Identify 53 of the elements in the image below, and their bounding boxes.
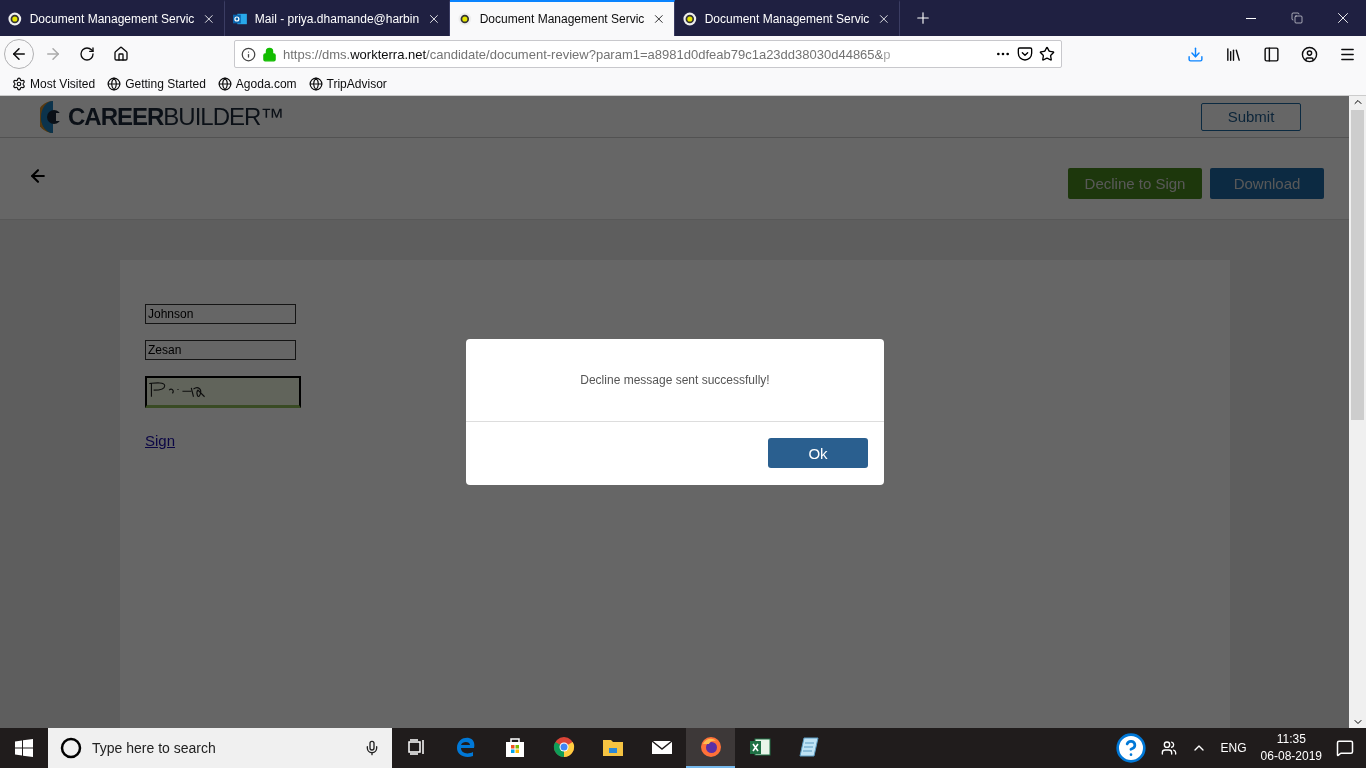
library-icon: [1224, 45, 1242, 63]
target-icon: [683, 11, 697, 27]
bookmark[interactable]: Getting Started: [107, 76, 206, 91]
address-bar[interactable]: https://dms.workterra.net/candidate/document-review?param1=a8981d0dfeab79c1a23dd38030d44865&p: [234, 40, 1062, 68]
lock-icon: [262, 46, 277, 62]
sidebar-icon: [1262, 45, 1280, 63]
dialog-message: Decline message sent successfully!: [580, 373, 770, 387]
star-icon: [1039, 46, 1055, 62]
home-icon: [113, 46, 129, 62]
windows-icon: [15, 739, 33, 757]
search-field[interactable]: Type here to search: [48, 728, 392, 768]
envelope-icon: [650, 739, 673, 755]
careerbuilder-logo: CAREERBUILDER™: [40, 99, 284, 134]
edge-icon: [454, 736, 477, 758]
input-field[interactable]: Zesan: [145, 340, 296, 360]
globe-icon: [308, 76, 323, 91]
target-icon: [458, 11, 472, 27]
browser-tab[interactable]: Document Management Servic: [450, 0, 675, 36]
task-view-icon: [407, 739, 426, 755]
spreadsheet-icon: [748, 736, 771, 758]
globe-icon: [217, 76, 232, 91]
target-icon: [8, 11, 22, 27]
firefox-icon: [699, 736, 722, 758]
bookmark[interactable]: TripAdvisor: [308, 76, 387, 91]
folder-icon: [601, 737, 624, 757]
help-icon: [1114, 732, 1147, 764]
store-icon: [503, 736, 526, 758]
language-indicator[interactable]: ENG: [1220, 741, 1247, 755]
download-icon: [1186, 45, 1204, 63]
signature-field[interactable]: [145, 376, 301, 408]
people-icon: [1160, 740, 1177, 756]
info-icon: [241, 46, 256, 62]
bookmark[interactable]: Most Visited: [12, 76, 96, 91]
notepad-icon: [797, 736, 820, 758]
ok-button[interactable]: Ok: [768, 438, 868, 468]
bookmark[interactable]: Agoda.com: [217, 76, 297, 91]
chrome-icon: [552, 736, 575, 758]
forward-icon: [44, 45, 62, 63]
notifications-icon: [1336, 739, 1354, 757]
globe-icon: [107, 76, 122, 91]
pocket-icon: [1017, 46, 1033, 62]
input-field[interactable]: Johnson: [145, 304, 296, 324]
clock[interactable]: 11:35 06-08-2019: [1260, 731, 1322, 765]
minimize-icon: [1246, 17, 1256, 19]
new-tab-icon: [914, 9, 932, 27]
account-icon: [1300, 45, 1318, 63]
cortana-ring-icon: [60, 737, 82, 759]
restore-icon: [1291, 12, 1303, 24]
mail-icon: [233, 11, 247, 27]
scrollbar-thumb[interactable]: [1351, 110, 1364, 420]
microphone-icon: [364, 740, 380, 756]
reload-icon: [79, 46, 95, 62]
gear-icon: [12, 76, 26, 91]
